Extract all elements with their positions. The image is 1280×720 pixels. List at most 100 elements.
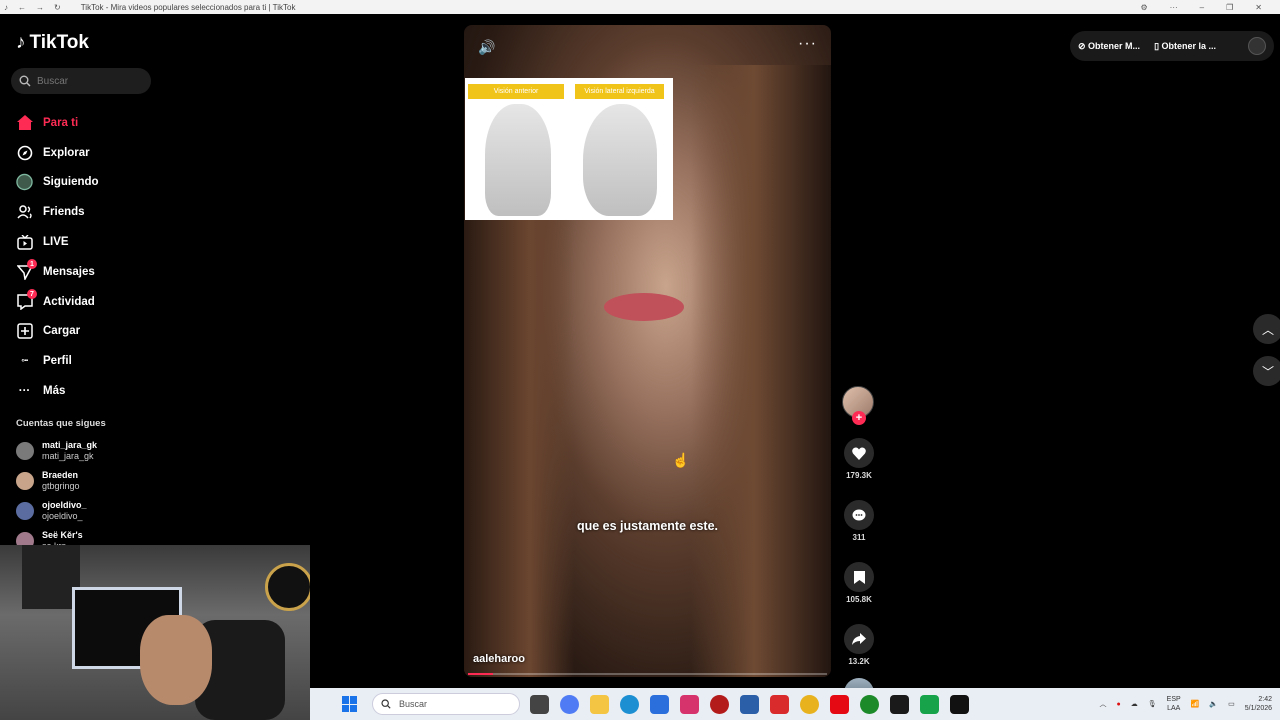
record-icon[interactable] — [710, 694, 729, 714]
video-player[interactable]: 🔊 ··· Visión anterior Visión lateral izq… — [464, 25, 831, 677]
chevron-down-icon: ﹀ — [1261, 364, 1274, 379]
tiktok-app-icon[interactable] — [950, 694, 969, 714]
progress-fill — [468, 673, 494, 675]
nav-cargar[interactable]: Cargar — [16, 317, 156, 347]
chrome-icon[interactable] — [800, 694, 819, 714]
tray-record-icon[interactable]: ● — [1117, 701, 1121, 708]
insert-label-anterior: Visión anterior — [468, 84, 564, 99]
tiktok-logo[interactable]: ♪ TikTok — [16, 32, 89, 54]
nav-explorar[interactable]: Explorar — [16, 138, 156, 168]
anatomy-insert: Visión anterior Visión lateral izquierda — [465, 78, 673, 220]
nav-perfil[interactable]: ‹›▪▪ Perfil — [16, 346, 156, 376]
wall-clock — [265, 563, 310, 611]
volume-icon[interactable]: 🔊 — [478, 39, 495, 56]
shield-app-icon[interactable] — [740, 694, 759, 714]
video-app-icon[interactable] — [770, 694, 789, 714]
comment-count: 311 — [852, 533, 866, 542]
windows-start-icon[interactable] — [342, 696, 358, 712]
search-input[interactable] — [37, 75, 137, 87]
nav-friends[interactable]: Friends — [16, 197, 156, 227]
tray-cloud-icon[interactable]: ☁ — [1131, 700, 1138, 708]
share-count: 13.2K — [848, 657, 870, 666]
heart-icon[interactable] — [844, 438, 874, 468]
skull-side-image — [583, 104, 657, 216]
menu-icon[interactable]: ··· — [1170, 3, 1178, 12]
browser-title-bar: ♪ ← → ↻ TikTok - Mira videos populares s… — [0, 0, 1280, 14]
taskbar-search[interactable]: Buscar — [372, 693, 520, 715]
volume-tray-icon[interactable]: 🔈 — [1209, 700, 1218, 708]
restore-icon[interactable]: ❐ — [1226, 3, 1233, 12]
creator-avatar[interactable]: + — [842, 386, 874, 425]
search-icon — [381, 699, 391, 709]
windows-taskbar: Buscar ︿ ● ☁ 🎙 ESP LAA 📶 🔈 ▭ 2:42 5/1/2026 — [310, 688, 1280, 720]
skull-front-image — [485, 104, 551, 216]
follow-plus-icon[interactable]: + — [852, 411, 866, 425]
close-icon[interactable]: ✕ — [1255, 3, 1262, 12]
store-icon[interactable] — [650, 694, 669, 714]
video-subtitle: que es justamente este. — [576, 519, 719, 533]
following-account[interactable]: ojoeldivo_ ojoeldivo_ — [16, 496, 146, 526]
bookmark-icon[interactable] — [844, 562, 874, 592]
profile-icon: ‹›▪▪ — [21, 358, 28, 365]
profile-avatar[interactable] — [1248, 37, 1266, 55]
avatar — [16, 472, 34, 490]
activity-icon: 7 — [16, 289, 37, 310]
avatar — [16, 442, 34, 460]
like-action[interactable]: 179.3K — [842, 438, 876, 480]
video-progress-bar[interactable] — [468, 673, 827, 675]
nav-mas[interactable]: ··· Más — [16, 376, 156, 406]
get-app-button[interactable]: ▯ Obtener la ... — [1154, 41, 1216, 52]
nav-actividad[interactable]: 7 Actividad — [16, 287, 156, 317]
notes-app-icon[interactable] — [890, 694, 909, 714]
edge-icon[interactable] — [620, 694, 639, 714]
following-account[interactable]: mati_jara_gk mati_jara_gk — [16, 436, 146, 466]
top-right-actions: ⊘ Obtener M... ▯ Obtener la ... — [1070, 31, 1274, 61]
share-action[interactable]: 13.2K — [842, 624, 876, 666]
file-explorer-icon[interactable] — [590, 694, 609, 714]
streamer-face — [140, 615, 212, 705]
next-video-button[interactable]: ﹀ — [1253, 356, 1280, 386]
video-more-icon[interactable]: ··· — [798, 35, 817, 53]
comment-icon[interactable] — [844, 500, 874, 530]
following-account[interactable]: Braeden gtbgringo — [16, 466, 146, 496]
previous-video-button[interactable]: ︿ — [1253, 314, 1280, 344]
reload-icon[interactable]: ↻ — [54, 3, 61, 12]
home-icon — [16, 114, 33, 131]
messages-badge: 1 — [27, 259, 37, 270]
nav-mensajes[interactable]: 1 Mensajes — [16, 257, 156, 287]
comment-action[interactable]: 311 — [842, 500, 876, 542]
following-avatar-icon — [16, 174, 33, 191]
wifi-icon[interactable]: 📶 — [1191, 700, 1200, 708]
system-tray: ︿ ● ☁ 🎙 ESP LAA 📶 🔈 ▭ 2:42 5/1/2026 — [1100, 695, 1280, 713]
extensions-icon[interactable]: ⚙ — [1141, 3, 1148, 12]
terminal-icon[interactable] — [920, 694, 939, 714]
friends-icon — [16, 204, 33, 221]
upwork-icon[interactable] — [860, 694, 879, 714]
insert-label-lateral: Visión lateral izquierda — [575, 84, 664, 99]
webcam-overlay — [0, 545, 310, 720]
tray-mic-icon[interactable]: 🎙 — [1148, 700, 1157, 708]
tray-expand-icon[interactable]: ︿ — [1100, 699, 1107, 709]
save-action[interactable]: 105.8K — [842, 562, 876, 604]
tiktok-note-icon: ♪ — [16, 32, 26, 53]
back-icon[interactable]: ← — [18, 3, 26, 12]
activity-badge: 7 — [27, 289, 37, 300]
minimize-icon[interactable]: – — [1200, 3, 1204, 12]
nav-live[interactable]: LIVE — [16, 227, 156, 257]
task-view-icon[interactable] — [530, 694, 549, 714]
following-title: Cuentas que sigues — [16, 418, 106, 429]
copilot-icon[interactable] — [560, 694, 579, 714]
nav-siguiendo[interactable]: Siguiendo — [16, 168, 156, 198]
taskbar-clock[interactable]: 2:42 5/1/2026 — [1245, 695, 1272, 713]
share-arrow-icon[interactable] — [844, 624, 874, 654]
video-username[interactable]: aaleharoo — [473, 653, 525, 665]
forward-icon[interactable]: → — [36, 3, 44, 12]
instagram-icon[interactable] — [680, 694, 699, 714]
get-coins-button[interactable]: ⊘ Obtener M... — [1078, 41, 1140, 52]
search-box[interactable] — [11, 68, 151, 94]
following-list: mati_jara_gk mati_jara_gk Braeden gtbgring… — [16, 436, 146, 556]
language-indicator[interactable]: ESP LAA — [1167, 695, 1181, 713]
nav-para-ti[interactable]: Para ti — [16, 108, 156, 138]
netflix-icon[interactable] — [830, 694, 849, 714]
battery-icon[interactable]: ▭ — [1228, 700, 1235, 708]
